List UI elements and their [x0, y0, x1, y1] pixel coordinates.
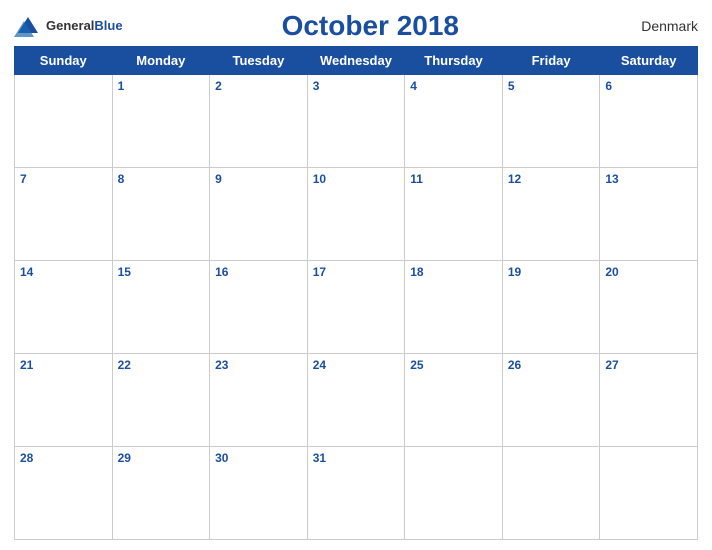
day-number: 11	[410, 172, 423, 186]
calendar-day-cell: 17	[307, 261, 405, 354]
day-number: 20	[605, 265, 618, 279]
calendar-day-cell: 16	[210, 261, 308, 354]
calendar-day-cell: 14	[15, 261, 113, 354]
day-number: 1	[118, 79, 125, 93]
weekday-friday: Friday	[502, 47, 600, 75]
calendar-day-cell: 2	[210, 75, 308, 168]
day-number: 2	[215, 79, 222, 93]
day-number: 26	[508, 358, 521, 372]
calendar-day-cell: 8	[112, 168, 210, 261]
day-number: 25	[410, 358, 423, 372]
day-number: 12	[508, 172, 521, 186]
day-number: 16	[215, 265, 228, 279]
calendar-day-cell: 31	[307, 447, 405, 540]
day-number: 29	[118, 451, 131, 465]
calendar-week-row: 1 2 3 4 5 6	[15, 75, 698, 168]
calendar-day-cell: 23	[210, 354, 308, 447]
calendar-title: October 2018	[123, 10, 618, 42]
calendar-day-cell: 6	[600, 75, 698, 168]
calendar-day-cell	[502, 447, 600, 540]
weekday-thursday: Thursday	[405, 47, 503, 75]
calendar-day-cell: 10	[307, 168, 405, 261]
day-number: 9	[215, 172, 222, 186]
calendar-week-row: 28 29 30 31	[15, 447, 698, 540]
calendar-day-cell: 4	[405, 75, 503, 168]
calendar-day-cell: 19	[502, 261, 600, 354]
calendar-day-cell: 27	[600, 354, 698, 447]
day-number: 3	[313, 79, 320, 93]
day-number: 18	[410, 265, 423, 279]
calendar-week-row: 7 8 9 10 11 12 13	[15, 168, 698, 261]
calendar-day-cell: 30	[210, 447, 308, 540]
day-number: 4	[410, 79, 417, 93]
day-number: 31	[313, 451, 326, 465]
day-number: 13	[605, 172, 618, 186]
calendar-header: GeneralBlue October 2018 Denmark	[14, 10, 698, 42]
calendar-day-cell	[405, 447, 503, 540]
day-number: 7	[20, 172, 27, 186]
calendar-day-cell: 28	[15, 447, 113, 540]
weekday-monday: Monday	[112, 47, 210, 75]
calendar-day-cell: 15	[112, 261, 210, 354]
day-number: 14	[20, 265, 33, 279]
calendar-week-row: 14 15 16 17 18 19 20	[15, 261, 698, 354]
day-number: 8	[118, 172, 125, 186]
logo-icon	[14, 15, 42, 37]
country-label: Denmark	[618, 18, 698, 34]
weekday-saturday: Saturday	[600, 47, 698, 75]
day-number: 15	[118, 265, 131, 279]
weekday-tuesday: Tuesday	[210, 47, 308, 75]
day-number: 21	[20, 358, 33, 372]
calendar-day-cell: 29	[112, 447, 210, 540]
weekday-sunday: Sunday	[15, 47, 113, 75]
day-number: 5	[508, 79, 515, 93]
day-number: 22	[118, 358, 131, 372]
day-number: 30	[215, 451, 228, 465]
calendar-day-cell: 25	[405, 354, 503, 447]
calendar-table: SundayMondayTuesdayWednesdayThursdayFrid…	[14, 46, 698, 540]
day-number: 17	[313, 265, 326, 279]
day-number: 27	[605, 358, 618, 372]
calendar-week-row: 21 22 23 24 25 26 27	[15, 354, 698, 447]
day-number: 23	[215, 358, 228, 372]
calendar-day-cell: 26	[502, 354, 600, 447]
weekday-header-row: SundayMondayTuesdayWednesdayThursdayFrid…	[15, 47, 698, 75]
calendar-day-cell: 24	[307, 354, 405, 447]
day-number: 10	[313, 172, 326, 186]
day-number: 24	[313, 358, 326, 372]
calendar-day-cell: 9	[210, 168, 308, 261]
calendar-day-cell: 20	[600, 261, 698, 354]
calendar-day-cell	[600, 447, 698, 540]
weekday-wednesday: Wednesday	[307, 47, 405, 75]
day-number: 28	[20, 451, 33, 465]
day-number: 19	[508, 265, 521, 279]
day-number: 6	[605, 79, 612, 93]
calendar-day-cell: 21	[15, 354, 113, 447]
calendar-day-cell: 3	[307, 75, 405, 168]
calendar-day-cell: 13	[600, 168, 698, 261]
calendar-day-cell: 7	[15, 168, 113, 261]
calendar-day-cell: 1	[112, 75, 210, 168]
calendar-day-cell: 12	[502, 168, 600, 261]
calendar-day-cell: 11	[405, 168, 503, 261]
calendar-day-cell: 5	[502, 75, 600, 168]
logo: GeneralBlue	[14, 15, 123, 37]
calendar-day-cell: 22	[112, 354, 210, 447]
calendar-day-cell	[15, 75, 113, 168]
logo-label: GeneralBlue	[46, 17, 123, 35]
calendar-day-cell: 18	[405, 261, 503, 354]
